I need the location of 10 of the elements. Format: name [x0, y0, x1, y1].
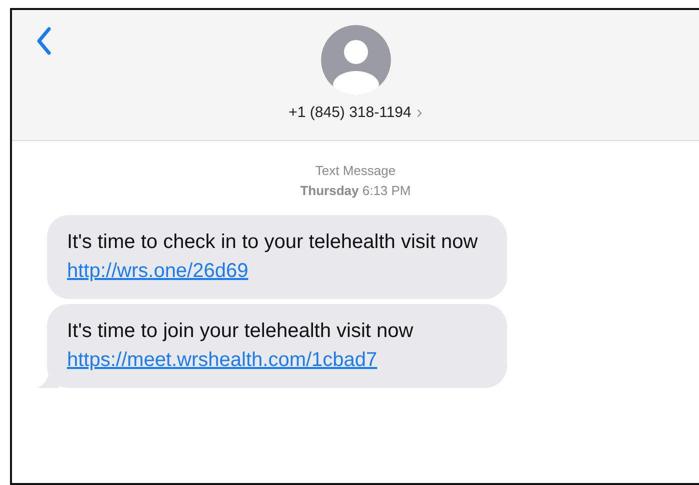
message-bubble: It's time to check in to your telehealth visit now http://wrs.one/26d69: [47, 215, 507, 299]
chevron-icon[interactable]: ›: [416, 103, 422, 121]
back-icon[interactable]: [36, 26, 52, 56]
message-bubble: It's time to join your telehealth visit now https://meet.wrshealth.com/1cbad7: [47, 304, 507, 388]
message-link[interactable]: http://wrs.one/26d69: [67, 260, 248, 282]
message-timestamp: Thursday 6:13 PM: [300, 182, 411, 200]
avatar-icon[interactable]: [320, 25, 390, 95]
message-link[interactable]: https://meet.wrshealth.com/1cbad7: [67, 349, 378, 371]
message-type-label: Text Message: [315, 162, 396, 180]
contact-number[interactable]: +1 (845) 318-1194: [288, 104, 412, 120]
